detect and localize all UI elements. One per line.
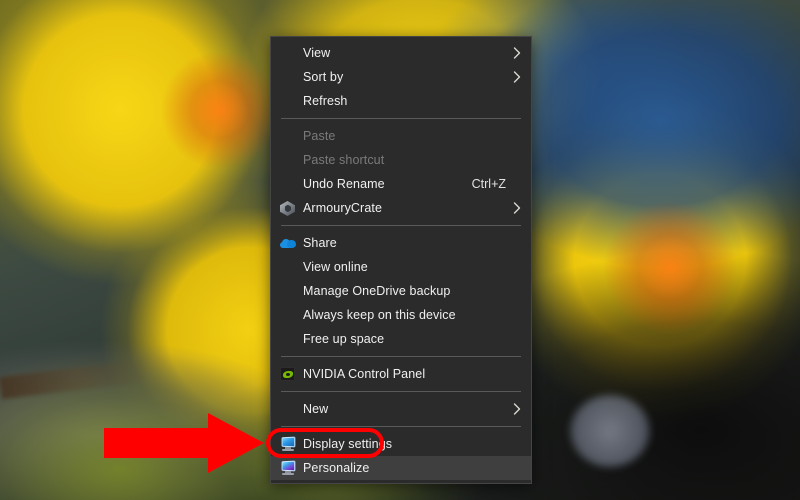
menu-item-label: Display settings (303, 437, 393, 451)
menu-item-label: Always keep on this device (303, 308, 456, 322)
flower-stamen-cluster (150, 45, 290, 175)
menu-item-view[interactable]: View (271, 41, 531, 65)
menu-item-label: View (303, 46, 331, 60)
chevron-placeholder (512, 152, 522, 168)
chevron-right-icon (512, 45, 522, 61)
onedrive-cloud-glyph (280, 239, 296, 248)
menu-item-label: View online (303, 260, 368, 274)
menu-item-paste: Paste (271, 124, 531, 148)
chevron-right-icon (512, 69, 522, 85)
menu-separator (281, 118, 521, 119)
monitor-blue-icon (280, 436, 296, 452)
menu-item-label: New (303, 402, 329, 416)
menu-item-view-online[interactable]: View online (271, 255, 531, 279)
menu-item-sort-by[interactable]: Sort by (271, 65, 531, 89)
chevron-placeholder (512, 283, 522, 299)
monitor-glyph (280, 460, 296, 475)
chevron-placeholder (512, 93, 522, 109)
branch-shape (0, 358, 151, 400)
menu-item-display-settings[interactable]: Display settings (271, 432, 531, 456)
bokeh-light (570, 395, 650, 467)
monitor-glyph (280, 436, 296, 451)
menu-item-label: Refresh (303, 94, 348, 108)
menu-item-label: NVIDIA Control Panel (303, 367, 426, 381)
chevron-placeholder (512, 331, 522, 347)
chevron-placeholder (512, 128, 522, 144)
no-icon (280, 176, 296, 192)
chevron-placeholder (512, 235, 522, 251)
chevron-placeholder (512, 259, 522, 275)
no-icon (280, 128, 296, 144)
chevron-placeholder (512, 460, 522, 476)
menu-item-label: Free up space (303, 332, 385, 346)
menu-item-label: Share (303, 236, 337, 250)
no-icon (280, 331, 296, 347)
no-icon (280, 307, 296, 323)
chevron-right-icon (512, 200, 522, 216)
menu-item-personalize[interactable]: Personalize (271, 456, 531, 480)
chevron-placeholder (512, 436, 522, 452)
nvidia-eye-glyph (280, 367, 295, 381)
menu-item-paste-shortcut: Paste shortcut (271, 148, 531, 172)
menu-item-free-up-space[interactable]: Free up space (271, 327, 531, 351)
no-icon (280, 93, 296, 109)
menu-separator (281, 426, 521, 427)
chevron-placeholder (512, 176, 522, 192)
menu-item-label: Paste shortcut (303, 153, 385, 167)
menu-item-nvidia-control-panel[interactable]: NVIDIA Control Panel (271, 362, 531, 386)
flower-stamen-cluster (590, 195, 750, 340)
no-icon (280, 152, 296, 168)
menu-item-label: Undo Rename (303, 177, 385, 191)
menu-item-always-keep-on-this-device[interactable]: Always keep on this device (271, 303, 531, 327)
menu-item-armourycrate[interactable]: ArmouryCrate (271, 196, 531, 220)
menu-item-label: Sort by (303, 70, 344, 84)
armoury-crate-icon (280, 200, 296, 216)
menu-item-manage-onedrive-backup[interactable]: Manage OneDrive backup (271, 279, 531, 303)
menu-item-share[interactable]: Share (271, 231, 531, 255)
no-icon (280, 69, 296, 85)
menu-separator (281, 225, 521, 226)
menu-item-undo-rename[interactable]: Undo Rename Ctrl+Z (271, 172, 531, 196)
monitor-purple-icon (280, 460, 296, 476)
armoury-crate-glyph (280, 201, 295, 216)
menu-item-label: ArmouryCrate (303, 201, 382, 215)
onedrive-cloud-icon (280, 235, 296, 251)
no-icon (280, 401, 296, 417)
chevron-placeholder (512, 366, 522, 382)
menu-item-label: Paste (303, 129, 336, 143)
chevron-right-icon (512, 401, 522, 417)
menu-item-refresh[interactable]: Refresh (271, 89, 531, 113)
chevron-placeholder (512, 307, 522, 323)
no-icon (280, 283, 296, 299)
menu-separator (281, 356, 521, 357)
menu-item-new[interactable]: New (271, 397, 531, 421)
desktop-screen: View Sort by Refresh Paste Paste shortcut Und… (0, 0, 800, 500)
menu-separator (281, 391, 521, 392)
menu-item-label: Manage OneDrive backup (303, 284, 451, 298)
desktop-context-menu[interactable]: View Sort by Refresh Paste Paste shortcut Und… (270, 36, 532, 484)
menu-item-label: Personalize (303, 461, 370, 475)
menu-item-shortcut: Ctrl+Z (471, 177, 506, 191)
no-icon (280, 45, 296, 61)
nvidia-icon (280, 366, 296, 382)
no-icon (280, 259, 296, 275)
